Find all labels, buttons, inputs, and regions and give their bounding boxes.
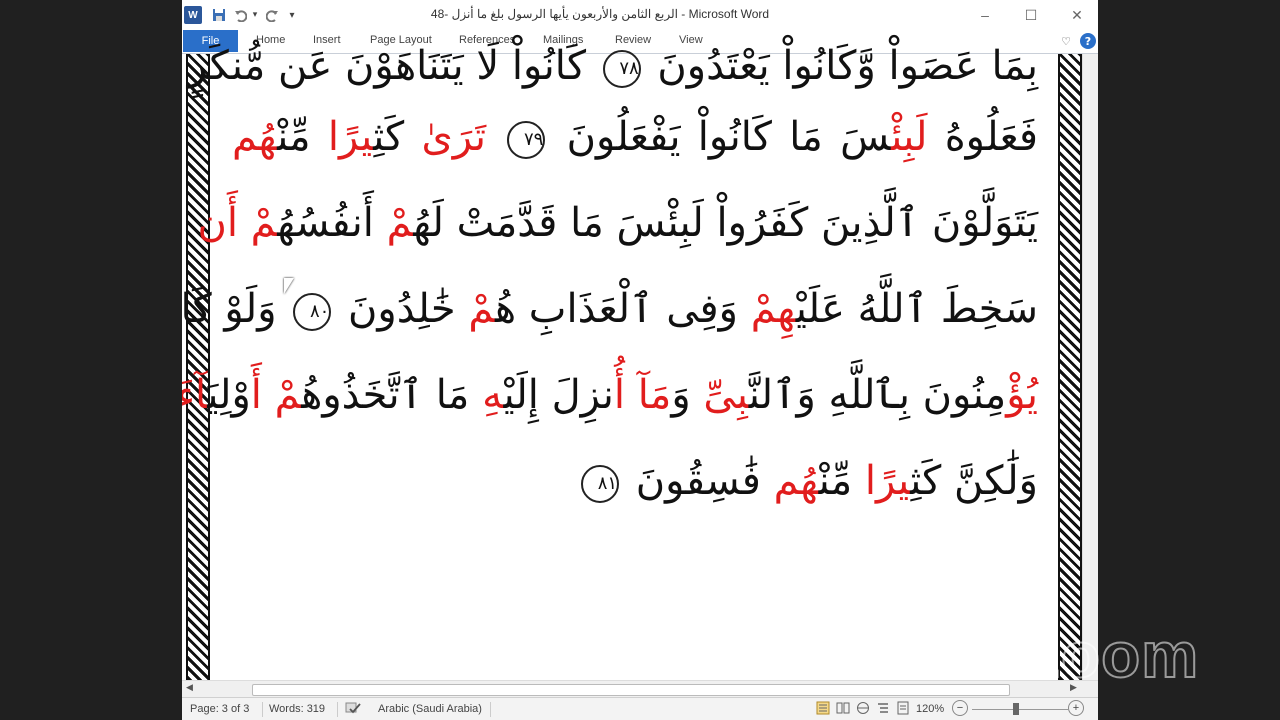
tajweed-highlight: آءَ [182,372,208,418]
verse-text: خَٰلِدُونَ [335,286,469,332]
ribbon-collapse-icon[interactable]: ♡ [1058,33,1074,49]
full-screen-reading-icon[interactable] [836,701,850,718]
close-button[interactable]: ✕ [1054,0,1098,30]
verse-text: مِّن [818,458,865,504]
outline-view-icon[interactable] [876,701,890,718]
verse-text: وَلَٰكِنَّ كَثِ [910,458,1038,504]
status-bar: Page: 3 of 3 Words: 319 Arabic (Saudi Ar… [182,697,1098,720]
tajweed-highlight: يرًا [864,458,911,504]
verse-text: وَلَوْ كَانُواْ [182,286,277,332]
tajweed-highlight: هِ [482,372,504,418]
status-divider [262,702,263,717]
verse-text: يَتَوَلَّوْنَ ٱلَّذِينَ كَفَرُواْ لَبِئْ… [413,200,1038,246]
tajweed-highlight: تَرَىٰ [421,114,487,160]
verse-line[interactable]: سَخِطَ ٱللَّهُ عَلَيْهِمْ وَفِى ٱلْعَذَا… [182,266,1038,352]
language-indicator[interactable]: Arabic (Saudi Arabia) [378,703,482,715]
ayah-number-marker: ٧٩ [507,121,546,159]
save-icon[interactable] [210,5,228,25]
tajweed-highlight: هِمْ [750,286,796,332]
title-bar: W ▾ ▾ الربع الثامن والأربعون يأيها الرسو… [182,0,1098,30]
draft-view-icon[interactable] [896,701,910,718]
print-layout-icon[interactable] [816,701,830,718]
zoom-slider-thumb[interactable] [1013,703,1019,715]
tajweed-highlight: لَبِئْ [891,114,928,160]
status-divider [490,702,491,717]
verse-text: سَ مَا كَانُواْ يَفْعَلُونَ [549,114,892,160]
verse-text: وَفِى ٱلْعَذَابِ هُ [495,286,751,332]
maximize-button[interactable]: ☐ [1008,0,1054,30]
verse-text: وْلِيَ [207,372,251,418]
tajweed-highlight: مْ [468,286,495,332]
ayah-number-marker: ٧٨ [602,50,641,88]
tajweed-highlight: مْ [386,200,414,246]
zoom-in-button[interactable]: + [1068,700,1084,716]
verse-text: أَنفُسُه [277,200,387,246]
tajweed-highlight: ُمْ أَ [250,372,302,418]
zoom-level[interactable]: 120% [916,703,944,715]
window-title: الربع الثامن والأربعون يأيها الرسول بلغ … [430,7,770,21]
verse-text: نزِلَ إِلَيْ [503,372,614,418]
page-count[interactable]: Page: 3 of 3 [190,703,249,715]
quran-text-body[interactable]: بِمَا عَصَواْ وَّكَانُواْ يَعْتَدُونَ ٧٨… [182,43,1038,524]
ayah-number-marker: ٨٠ [293,293,332,331]
word-window: W ▾ ▾ الربع الثامن والأربعون يأيها الرسو… [182,0,1098,720]
minimize-button[interactable]: – [962,0,1008,30]
tajweed-highlight: ْهُم [773,458,819,504]
verse-text: فَعَلُوهُ [927,114,1038,160]
word-count[interactable]: Words: 319 [269,703,325,715]
verse-text: مِّن [277,114,328,160]
verse-text: بِمَا عَصَواْ وَّكَانُواْ يَعْتَدُونَ [644,43,1038,89]
mouse-cursor [284,278,294,294]
tajweed-highlight: مَآ أُ [613,372,672,418]
page-border-right [1058,54,1082,680]
customize-qat-button[interactable]: ▾ [286,5,298,25]
zoom-slider-track[interactable] [972,709,1068,710]
verse-text: مَا ٱتَّخَذُوه [301,372,483,418]
document-page[interactable]: بِمَا عَصَواْ وَّكَانُواْ يَعْتَدُونَ ٧٨… [182,46,1098,680]
verse-text [486,114,503,160]
verse-text: كَانُواْ لَا يَتَنَاهَوْنَ عَن مُّنكَرٍ [187,43,599,89]
tajweed-highlight: يرًا [327,114,374,160]
tajweed-highlight: يُؤْ [1006,372,1038,418]
ayah-number-marker: ٨١ [581,465,620,503]
verse-text: مِنُونَ بِٱللَّهِ وَٱلنَّ [748,372,1007,418]
undo-dropdown[interactable]: ▾ [250,5,260,25]
status-divider [337,702,338,717]
verse-text: سَخِطَ ٱللَّهُ عَلَيْ [795,286,1038,332]
horizontal-scrollbar[interactable]: ◀ ▶ [182,680,1098,698]
verse-text: فَٰسِقُونَ [623,458,774,504]
verse-line[interactable]: وَلَٰكِنَّ كَثِيرًا مِّنْهُم فَٰسِقُونَ … [232,438,1038,524]
web-layout-icon[interactable] [856,701,870,718]
help-icon[interactable]: ? [1080,33,1096,49]
undo-icon[interactable] [232,5,248,25]
horizontal-scroll-thumb[interactable] [252,684,1010,696]
tajweed-highlight: ُمْ أَن [197,200,278,246]
scroll-left-icon[interactable]: ◀ [186,683,193,693]
word-app-icon[interactable]: W [184,6,202,24]
verse-line[interactable]: يَتَوَلَّوْنَ ٱلَّذِينَ كَفَرُواْ لَبِئْ… [197,180,1038,266]
verse-text: وَ [671,372,704,418]
verse-text: كَثِ [373,114,422,160]
vertical-scrollbar[interactable] [1082,54,1098,680]
verse-line[interactable]: يُؤْمِنُونَ بِٱللَّهِ وَٱلنَّبِىِّ وَمَآ… [182,352,1038,438]
redo-icon[interactable] [264,5,280,25]
verse-line[interactable]: فَعَلُوهُ لَبِئْسَ مَا كَانُواْ يَفْعَلُ… [232,94,1038,180]
verse-line[interactable]: بِمَا عَصَواْ وَّكَانُواْ يَعْتَدُونَ ٧٨… [188,43,1038,94]
proofing-icon[interactable] [345,701,361,718]
tajweed-highlight: بِىِّ [703,372,749,418]
zoom-watermark: zoom [1027,618,1200,692]
tajweed-highlight: ْهُم [232,114,278,160]
zoom-out-button[interactable]: − [952,700,968,716]
